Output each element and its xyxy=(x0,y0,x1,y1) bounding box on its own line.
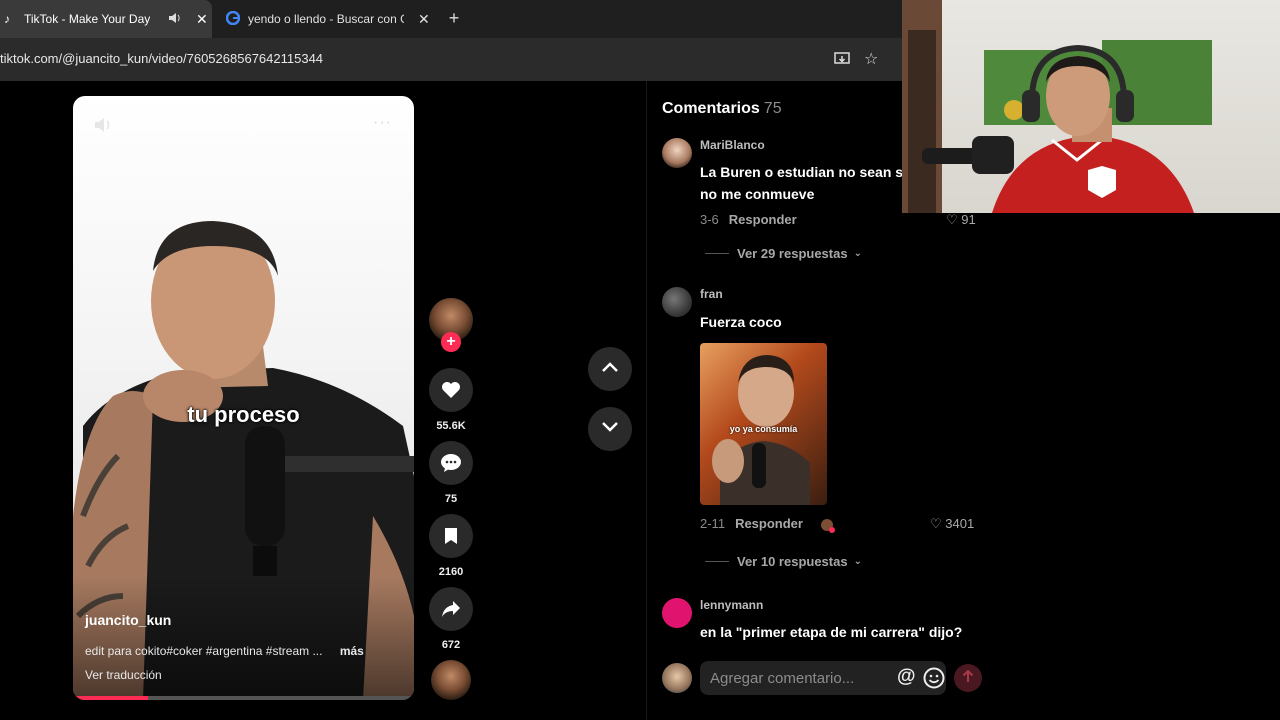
tab-tiktok[interactable]: ♪ TikTok - Make Your Day ✕ xyxy=(0,0,212,38)
chevron-down-icon: ⌄ xyxy=(853,556,862,567)
speaker-icon[interactable] xyxy=(168,12,182,27)
sound-disc-button[interactable] xyxy=(428,660,474,700)
video-progress-track[interactable] xyxy=(73,696,414,700)
share-button[interactable]: 672 xyxy=(428,587,474,651)
webcam-overlay xyxy=(902,0,1280,213)
comment-item: fran Fuerza coco yo ya consumía 2-11 Resp… xyxy=(662,287,1262,587)
comment-image-caption: yo ya consumía xyxy=(729,424,798,434)
sound-disc-icon xyxy=(431,660,471,700)
browser-tab-bar: ♪ TikTok - Make Your Day ✕ yendo o llend… xyxy=(0,0,902,38)
close-tab-icon[interactable]: ✕ xyxy=(418,11,430,28)
view-replies-button[interactable]: Ver 10 respuestas ⌄ xyxy=(705,554,862,569)
tab-title: TikTok - Make Your Day xyxy=(24,12,150,26)
replies-line xyxy=(705,253,729,254)
comment-text-line: La Buren o estudian no sean st xyxy=(700,164,908,180)
comment-date: 2-11 xyxy=(700,516,726,531)
webcam-scene xyxy=(902,0,1212,213)
creator-liked-badge-icon xyxy=(820,518,835,533)
comment-input-row: @ xyxy=(662,661,982,695)
video-author[interactable]: juancito_kun xyxy=(85,612,171,628)
like-count: 55.6K xyxy=(436,420,466,432)
avatar[interactable] xyxy=(662,287,692,317)
send-button[interactable] xyxy=(954,664,982,692)
translate-link[interactable]: Ver traducción xyxy=(85,668,162,682)
comment-meta: 2-11 Responder xyxy=(700,516,835,533)
mention-icon[interactable]: @ xyxy=(897,666,916,688)
comments-count: 75 xyxy=(763,100,782,117)
heart-outline-icon: ♡ xyxy=(946,212,958,227)
avatar[interactable] xyxy=(662,138,692,168)
chevron-up-icon xyxy=(601,360,619,378)
comment-username[interactable]: fran xyxy=(700,287,723,301)
comment-text: La Buren o estudian no sean st no me con… xyxy=(700,161,908,205)
follow-plus-icon[interactable]: + xyxy=(441,332,461,352)
reply-button[interactable]: Responder xyxy=(735,516,803,531)
video-frame xyxy=(73,221,414,700)
comment-item: lennymann en la "primer etapa de mi carr… xyxy=(662,598,1262,648)
comments-title: Comentarios 75 xyxy=(662,100,782,118)
emoji-icon[interactable] xyxy=(923,667,945,694)
avatar[interactable] xyxy=(662,598,692,628)
address-bar: tiktok.com/@juancito_kun/video/760526856… xyxy=(0,38,902,80)
avatar xyxy=(662,663,692,693)
close-tab-icon[interactable]: ✕ xyxy=(196,11,208,28)
bookmark-star-icon[interactable]: ☆ xyxy=(864,49,878,69)
install-app-icon[interactable] xyxy=(834,51,850,72)
comment-text: Fuerza coco xyxy=(700,314,782,330)
save-button[interactable]: 2160 xyxy=(428,514,474,578)
tab-title: yendo o llendo - Buscar con Go xyxy=(248,12,404,26)
next-video-button[interactable] xyxy=(588,407,632,451)
arrow-up-icon xyxy=(962,669,974,688)
tiktok-favicon-icon: ♪ xyxy=(4,12,10,26)
replies-line xyxy=(705,561,729,562)
comment-text: en la "primer etapa de mi carrera" dijo? xyxy=(700,624,963,640)
more-link[interactable]: más xyxy=(340,644,364,658)
heart-icon xyxy=(429,368,473,412)
view-replies-label: Ver 29 respuestas xyxy=(737,246,848,261)
comment-button[interactable]: 75 xyxy=(428,441,474,505)
heart-outline-icon: ♡ xyxy=(930,516,942,531)
chevron-down-icon: ⌄ xyxy=(853,248,862,259)
comment-like-count: 3401 xyxy=(945,516,975,531)
bookmark-icon xyxy=(429,514,473,558)
video-caption: tu proceso xyxy=(187,402,300,427)
comments-title-text: Comentarios xyxy=(662,100,760,117)
share-icon xyxy=(429,587,473,631)
comment-icon xyxy=(429,441,473,485)
description-text: edit para cokito#coker #argentina #strea… xyxy=(85,644,323,658)
previous-video-button[interactable] xyxy=(588,347,632,391)
comment-username[interactable]: lennymann xyxy=(700,598,763,612)
video-progress-fill xyxy=(73,696,149,700)
view-replies-label: Ver 10 respuestas xyxy=(737,554,848,569)
like-button[interactable]: 55.6K xyxy=(428,368,474,432)
video-player[interactable]: ··· tu proceso juancito_kun edit para co… xyxy=(73,96,414,700)
view-replies-button[interactable]: Ver 29 respuestas ⌄ xyxy=(705,246,862,261)
save-count: 2160 xyxy=(438,566,464,578)
chevron-down-icon xyxy=(601,420,619,438)
new-tab-icon[interactable]: + xyxy=(444,8,464,28)
comment-meta: 3-6 Responder xyxy=(700,212,797,227)
share-count: 672 xyxy=(441,639,461,651)
comment-count: 75 xyxy=(444,493,458,505)
comment-like-button[interactable]: ♡ 3401 xyxy=(930,516,974,532)
comment-like-button[interactable]: ♡ 91 xyxy=(946,212,976,228)
video-description: edit para cokito#coker #argentina #strea… xyxy=(85,644,364,658)
comment-like-count: 91 xyxy=(961,212,976,227)
tab-google-search[interactable]: yendo o llendo - Buscar con Go ✕ xyxy=(214,0,436,38)
comment-image[interactable]: yo ya consumía xyxy=(700,343,827,505)
reply-button[interactable]: Responder xyxy=(729,212,797,227)
author-avatar-button[interactable]: + xyxy=(428,298,474,352)
comment-date: 3-6 xyxy=(700,212,719,227)
comment-username[interactable]: MariBlanco xyxy=(700,138,765,152)
google-favicon-icon xyxy=(225,10,241,28)
comment-text-line: no me conmueve xyxy=(700,186,815,202)
mute-icon[interactable] xyxy=(93,116,115,139)
url-text[interactable]: tiktok.com/@juancito_kun/video/760526856… xyxy=(0,51,323,66)
more-options-icon[interactable]: ··· xyxy=(373,114,392,132)
